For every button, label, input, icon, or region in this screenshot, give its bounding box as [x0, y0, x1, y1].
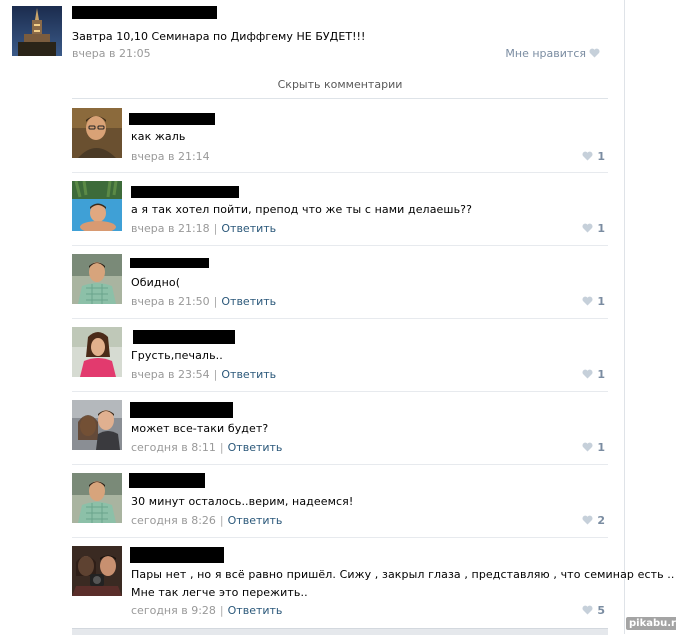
post-text: Завтра 10,10 Семинара по Диффгему НЕ БУД… [72, 30, 366, 43]
comment-text: может все-таки будет? [131, 422, 269, 435]
redacted-commenter-name [129, 113, 215, 125]
comment-like-button[interactable]: 1 [582, 222, 605, 235]
heart-icon [582, 296, 593, 306]
comment-timestamp[interactable]: сегодня в 9:28 [131, 604, 216, 617]
comment-timestamp[interactable]: сегодня в 8:11 [131, 441, 216, 454]
redacted-author-name [72, 6, 217, 19]
comment-text: как жаль [131, 130, 186, 143]
comment-text: Грусть,печаль.. [131, 349, 223, 362]
like-count: 1 [597, 441, 605, 454]
comment-divider [72, 318, 608, 319]
comment-like-button[interactable]: 1 [582, 150, 605, 163]
hide-comments-link[interactable]: Скрыть комментарии [72, 78, 608, 91]
comment-divider [72, 464, 608, 465]
comment-meta: вчера в 21:14 [131, 150, 210, 163]
comment-like-button[interactable]: 5 [582, 604, 605, 617]
comment-item: Пары нет , но я всё равно пришёл. Сижу ,… [72, 546, 674, 628]
comment-divider [72, 245, 608, 246]
heart-icon [582, 515, 593, 525]
reply-link[interactable]: Ответить [228, 604, 283, 617]
divider [72, 98, 608, 99]
comment-timestamp[interactable]: вчера в 21:50 [131, 295, 210, 308]
comment-meta: сегодня в 9:28 | Ответить [131, 604, 282, 617]
comment-like-button[interactable]: 1 [582, 441, 605, 454]
heart-icon [582, 223, 593, 233]
comment-divider [72, 537, 608, 538]
redacted-commenter-name [130, 547, 224, 563]
commenter-avatar[interactable] [72, 254, 122, 304]
commenter-avatar[interactable] [72, 546, 122, 596]
comment-meta: сегодня в 8:26 | Ответить [131, 514, 282, 527]
comment-meta: вчера в 23:54 | Ответить [131, 368, 276, 381]
wall-post: Завтра 10,10 Семинара по Диффгему НЕ БУД… [12, 6, 612, 62]
like-count: 1 [597, 222, 605, 235]
comment-like-button[interactable]: 2 [582, 514, 605, 527]
watermark: pikabu.ru [626, 617, 676, 630]
redacted-commenter-name [130, 402, 233, 418]
comment-text: Пары нет , но я всё равно пришёл. Сижу ,… [131, 568, 675, 581]
heart-icon [589, 48, 600, 58]
commenter-avatar[interactable] [72, 327, 122, 377]
right-border-line [624, 0, 625, 634]
meta-separator: | [219, 514, 224, 527]
comment-meta: сегодня в 8:11 | Ответить [131, 441, 282, 454]
redacted-commenter-name [131, 186, 239, 198]
meta-separator: | [219, 604, 224, 617]
reply-link[interactable]: Ответить [221, 222, 276, 235]
heart-icon [582, 369, 593, 379]
comment-meta: вчера в 21:18 | Ответить [131, 222, 276, 235]
reply-link[interactable]: Ответить [228, 514, 283, 527]
commenter-avatar[interactable] [72, 108, 122, 158]
comment-text-line-2: Мне так легче это пережить.. [131, 586, 308, 599]
like-count: 1 [597, 150, 605, 163]
heart-icon [582, 605, 593, 615]
comment-like-button[interactable]: 1 [582, 295, 605, 308]
comment-item: как жаль вчера в 21:14 1 [72, 108, 608, 174]
meta-separator: | [213, 295, 218, 308]
comment-item: 30 минут осталось..верим, надеемся! сего… [72, 473, 608, 539]
like-count: 1 [597, 295, 605, 308]
heart-icon [582, 442, 593, 452]
reply-link[interactable]: Ответить [221, 368, 276, 381]
like-count: 2 [597, 514, 605, 527]
comment-meta: вчера в 21:50 | Ответить [131, 295, 276, 308]
reply-link[interactable]: Ответить [228, 441, 283, 454]
like-label: Мне нравится [505, 47, 586, 60]
comment-text: Обидно( [131, 276, 181, 289]
redacted-commenter-name [129, 473, 205, 488]
comment-item: может все-таки будет? сегодня в 8:11 | Отв… [72, 400, 608, 466]
comment-timestamp[interactable]: вчера в 21:14 [131, 150, 210, 163]
like-count: 1 [597, 368, 605, 381]
comment-divider [72, 391, 608, 392]
meta-separator: | [213, 368, 218, 381]
commenter-avatar[interactable] [72, 181, 122, 231]
comment-timestamp[interactable]: сегодня в 8:26 [131, 514, 216, 527]
like-count: 5 [597, 604, 605, 617]
comment-item: Грусть,печаль.. вчера в 23:54 | Ответить 1 [72, 327, 608, 393]
comment-like-button[interactable]: 1 [582, 368, 605, 381]
comment-text: а я так хотел пойти, препод что же ты с … [131, 203, 473, 216]
comment-divider [72, 172, 608, 173]
comment-text: 30 минут осталось..верим, надеемся! [131, 495, 354, 508]
redacted-commenter-name [133, 330, 235, 344]
redacted-commenter-name [130, 258, 209, 268]
commenter-avatar[interactable] [72, 400, 122, 450]
comment-item: Обидно( вчера в 21:50 | Ответить 1 [72, 254, 608, 320]
comment-item: а я так хотел пойти, препод что же ты с … [72, 181, 608, 247]
author-avatar[interactable] [12, 6, 62, 56]
reply-link[interactable]: Ответить [221, 295, 276, 308]
post-timestamp[interactable]: вчера в 21:05 [72, 47, 151, 60]
meta-separator: | [219, 441, 224, 454]
commenter-avatar[interactable] [72, 473, 122, 523]
meta-separator: | [213, 222, 218, 235]
comment-timestamp[interactable]: вчера в 21:18 [131, 222, 210, 235]
heart-icon [582, 151, 593, 161]
comment-timestamp[interactable]: вчера в 23:54 [131, 368, 210, 381]
like-button[interactable]: Мне нравится [505, 47, 600, 60]
